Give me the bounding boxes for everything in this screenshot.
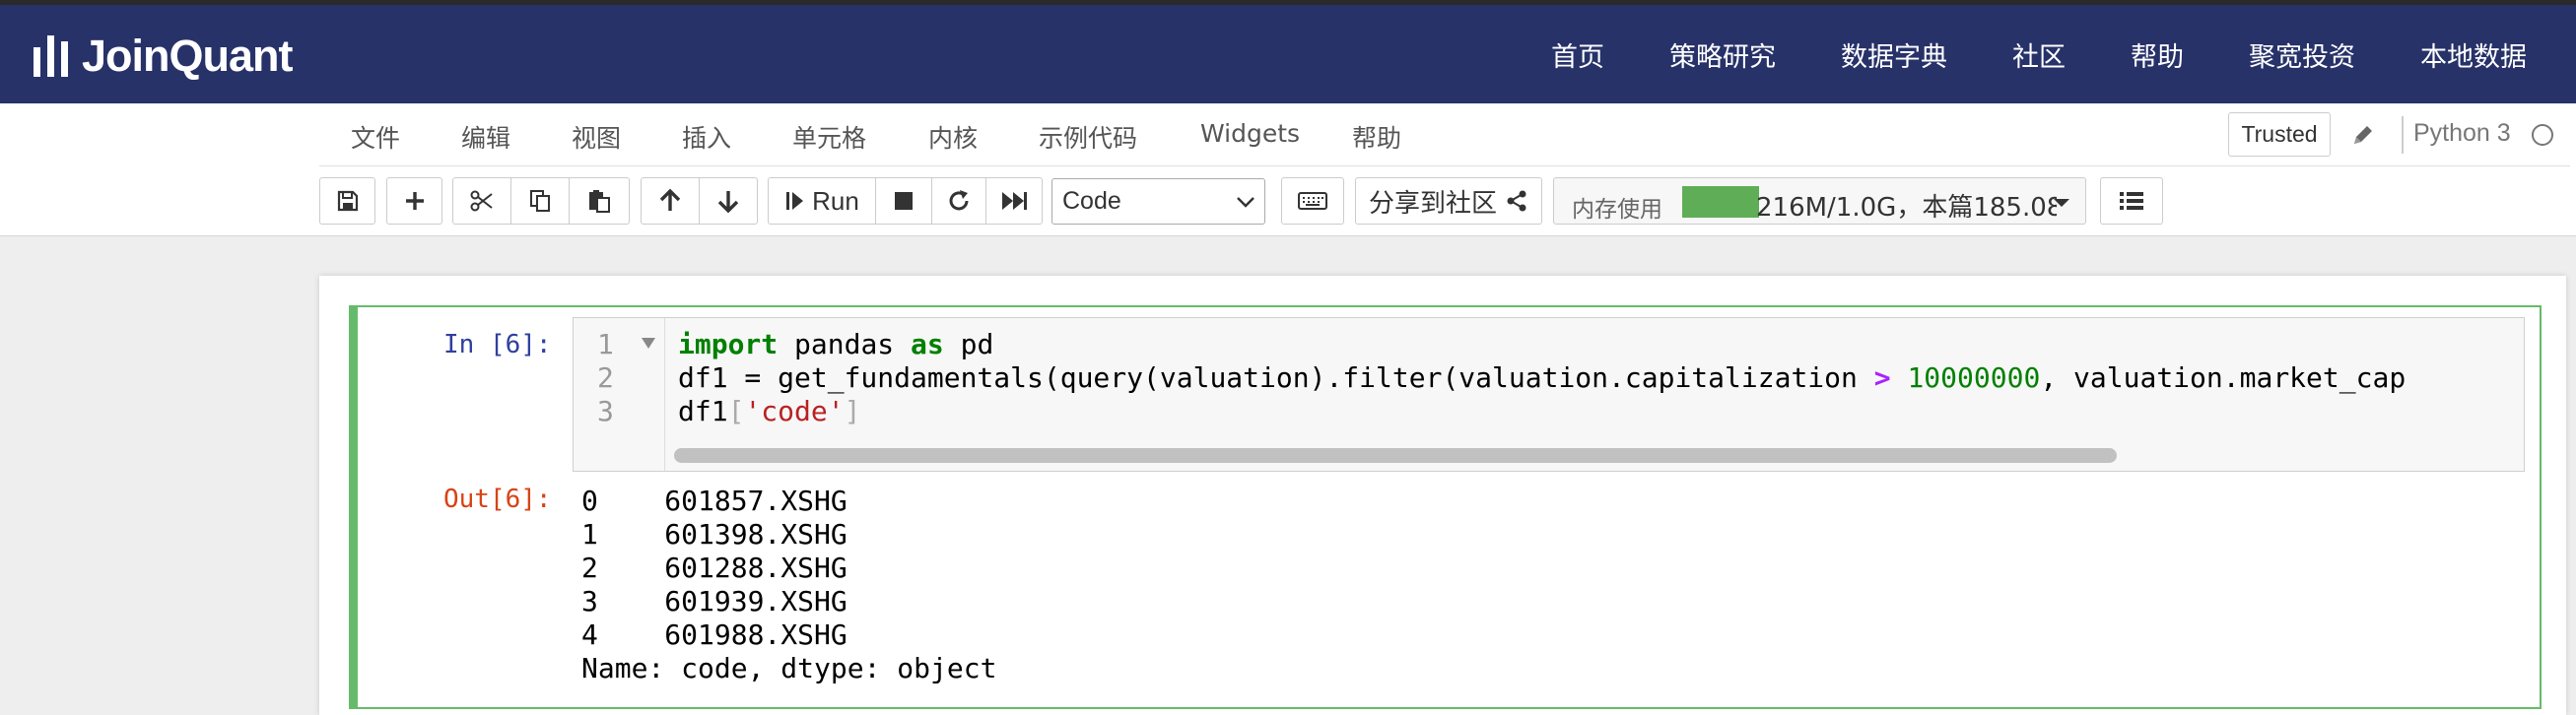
code-line-1: import pandas as pd — [678, 328, 993, 360]
output-line: 1 601398.XSHG — [581, 518, 847, 551]
code-line-2: df1 = get_fundamentals(query(valuation).… — [678, 361, 2406, 394]
code-text: pd — [943, 328, 994, 360]
arrow-up-icon — [659, 188, 681, 211]
pencil-icon[interactable] — [2346, 118, 2380, 152]
bracket: [ — [727, 395, 745, 427]
joinquant-logo[interactable]: JoinQuant — [34, 31, 293, 81]
share-icon — [1507, 190, 1526, 212]
code-line-3: df1['code'] — [678, 395, 860, 427]
nav-home[interactable]: 首页 — [1551, 35, 1604, 74]
memory-value: 216M/1.0G，本篇185.08M — [1756, 193, 2057, 223]
output-line: Name: code, dtype: object — [581, 652, 997, 684]
bracket: ] — [844, 395, 861, 427]
code-text: pandas — [778, 328, 912, 360]
share-to-community-button[interactable]: 分享到社区 — [1355, 177, 1542, 225]
top-navbar: JoinQuant 首页 策略研究 数据字典 社区 帮助 聚宽投资 本地数据 — [0, 5, 2576, 103]
refresh-icon — [949, 190, 969, 211]
table-of-contents-button[interactable] — [2100, 177, 2163, 225]
string-literal: 'code' — [744, 395, 845, 427]
fold-triangle-icon[interactable] — [641, 336, 656, 350]
nav-community[interactable]: 社区 — [2012, 35, 2066, 74]
clipboard-icon — [589, 190, 610, 213]
nav-help[interactable]: 帮助 — [2131, 35, 2184, 74]
memory-usage-bar — [1682, 186, 1759, 218]
floppy-disk-icon — [337, 190, 358, 212]
keyboard-icon — [1298, 192, 1327, 210]
menu-cell[interactable]: 单元格 — [792, 119, 866, 155]
nav-links: 首页 策略研究 数据字典 社区 帮助 聚宽投资 本地数据 — [1486, 5, 2527, 103]
nav-strategy-research[interactable]: 策略研究 — [1669, 35, 1776, 74]
output-line: 2 601288.XSHG — [581, 552, 847, 584]
line-number-gutter: 1 2 3 — [574, 318, 665, 471]
copy-icon — [530, 190, 550, 212]
run-button[interactable]: Run — [768, 177, 876, 225]
stop-icon — [895, 192, 913, 210]
code-text: df1 — [678, 395, 728, 427]
move-down-button[interactable] — [699, 177, 758, 225]
menu-view[interactable]: 视图 — [572, 119, 621, 155]
fast-forward-icon — [1002, 192, 1027, 210]
line-number: 2 — [597, 361, 614, 394]
code-text: , valuation.market_cap — [2040, 361, 2407, 394]
menu-help[interactable]: 帮助 — [1352, 119, 1401, 155]
save-button[interactable] — [319, 177, 375, 225]
keyword: as — [911, 328, 944, 360]
menu-edit[interactable]: 编辑 — [461, 119, 510, 155]
nav-local-data[interactable]: 本地数据 — [2420, 35, 2527, 74]
operator: > — [1873, 361, 1891, 394]
code-text: df1 = get_fundamentals(query(valuation).… — [678, 361, 1874, 394]
interrupt-button[interactable] — [875, 177, 932, 225]
copy-button[interactable] — [510, 177, 570, 225]
output-prompt: Out[6]: — [443, 485, 552, 514]
kernel-name[interactable]: Python 3 — [2413, 119, 2511, 148]
scissors-icon — [470, 190, 493, 212]
cut-button[interactable] — [452, 177, 511, 225]
run-label: Run — [812, 185, 859, 216]
menu-file[interactable]: 文件 — [351, 119, 400, 155]
nav-data-dictionary[interactable]: 数据字典 — [1841, 35, 1947, 74]
arrow-down-icon — [717, 191, 739, 214]
cell-type-value: Code — [1062, 187, 1121, 215]
brand-name: JoinQuant — [82, 31, 293, 81]
output-line: 3 601939.XSHG — [581, 585, 847, 618]
output-line: 0 601857.XSHG — [581, 485, 847, 517]
move-up-button[interactable] — [641, 177, 700, 225]
memory-label: 内存使用 — [1572, 197, 1662, 223]
kernel-idle-indicator-icon — [2532, 124, 2553, 146]
share-label: 分享到社区 — [1368, 188, 1497, 219]
restart-run-all-button[interactable] — [985, 177, 1043, 225]
line-number: 3 — [597, 395, 614, 427]
kernel-separator — [2402, 116, 2404, 154]
add-cell-button[interactable] — [386, 177, 442, 225]
logo-bars-icon — [34, 35, 68, 77]
number-literal: 10000000 — [1907, 361, 2041, 394]
paste-button[interactable] — [569, 177, 630, 225]
menu-examples[interactable]: 示例代码 — [1039, 119, 1137, 155]
line-number: 1 — [597, 328, 614, 360]
nav-invest[interactable]: 聚宽投资 — [2249, 35, 2355, 74]
restart-button[interactable] — [931, 177, 986, 225]
caret-down-icon — [2054, 199, 2069, 207]
cell-type-select[interactable]: Code — [1051, 178, 1265, 225]
list-icon — [2120, 192, 2143, 210]
output-line: 4 601988.XSHG — [581, 618, 847, 651]
trusted-badge[interactable]: Trusted — [2228, 112, 2331, 157]
menu-insert[interactable]: 插入 — [682, 119, 731, 155]
keyword: import — [678, 328, 779, 360]
command-palette-button[interactable] — [1281, 177, 1344, 225]
menu-kernel[interactable]: 内核 — [928, 119, 978, 155]
input-prompt: In [6]: — [443, 330, 552, 359]
memory-usage-dropdown[interactable]: 内存使用 216M/1.0G，本篇185.08M — [1553, 177, 2086, 225]
plus-icon — [405, 192, 424, 210]
horizontal-scrollbar[interactable] — [674, 448, 2117, 463]
menu-widgets[interactable]: Widgets — [1200, 119, 1300, 148]
step-forward-icon — [786, 192, 804, 210]
chevron-down-icon — [1237, 197, 1254, 208]
